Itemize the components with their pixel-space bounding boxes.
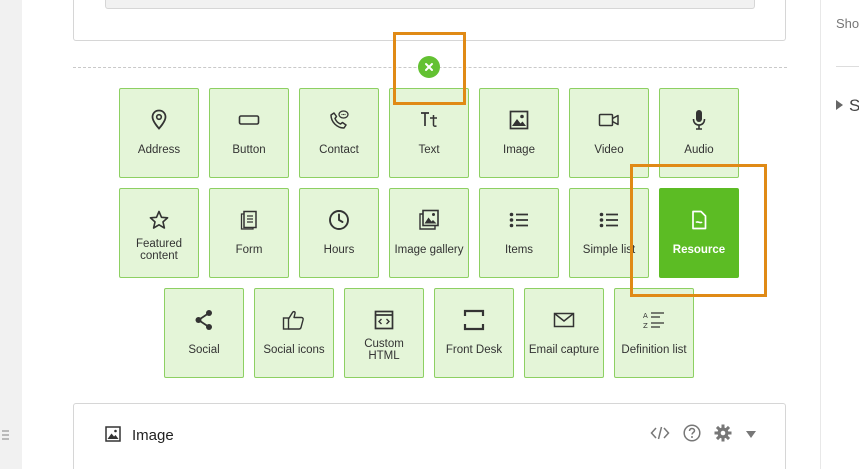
right-panel: Sho S	[820, 0, 859, 469]
image-block-actions	[650, 424, 757, 447]
tile-label: Resource	[672, 244, 726, 256]
button-rect-icon	[238, 109, 260, 131]
block-tile-items[interactable]: Items	[479, 188, 559, 278]
tile-label: Simple list	[582, 244, 636, 256]
front-desk-icon	[463, 309, 485, 331]
svg-text:A: A	[643, 312, 648, 320]
close-button[interactable]	[418, 56, 440, 78]
simple-list-icon	[599, 209, 619, 231]
block-tile-image-gallery[interactable]: Image gallery	[389, 188, 469, 278]
image-block-title: Image	[132, 427, 174, 444]
tile-label: Button	[232, 144, 266, 156]
tile-label: Featured content	[135, 238, 183, 262]
code-icon[interactable]	[650, 426, 670, 445]
tile-label: Items	[504, 244, 534, 256]
tile-label: Custom HTML	[364, 338, 404, 362]
tile-label: Social	[188, 344, 220, 356]
block-tile-resource[interactable]: Resource	[659, 188, 739, 278]
tile-label: Form	[235, 244, 263, 256]
block-tile-address[interactable]: Address	[119, 88, 199, 178]
tile-label: Text	[418, 144, 440, 156]
image-block-card[interactable]: Image	[73, 403, 786, 469]
block-tile-text[interactable]: Text	[389, 88, 469, 178]
block-tile-email-capture[interactable]: Email capture	[524, 288, 604, 378]
form-document-icon	[240, 209, 258, 231]
tile-label: Image gallery	[394, 244, 464, 256]
tile-label: Front Desk	[445, 344, 503, 356]
block-tile-front-desk[interactable]: Front Desk	[434, 288, 514, 378]
share-icon	[194, 309, 214, 331]
block-tile-custom-html[interactable]: Custom HTML	[344, 288, 424, 378]
tile-label: Video	[594, 144, 624, 156]
previous-block-card	[73, 0, 786, 41]
page: Sho S Address Button Contact Text	[0, 0, 859, 469]
right-panel-label: Sho	[836, 16, 859, 31]
block-tile-hours[interactable]: Hours	[299, 188, 379, 278]
help-icon[interactable]	[683, 424, 701, 447]
left-gutter	[0, 0, 23, 469]
image-icon	[105, 426, 121, 447]
tile-label: Contact	[319, 144, 359, 156]
thumbs-up-icon	[282, 309, 306, 331]
envelope-icon	[553, 309, 575, 331]
block-tile-form[interactable]: Form	[209, 188, 289, 278]
block-tile-image[interactable]: Image	[479, 88, 559, 178]
text-tt-icon	[419, 109, 439, 131]
definition-list-icon: AZ	[643, 309, 665, 331]
tile-label: Address	[137, 144, 181, 156]
map-pin-icon	[150, 109, 168, 131]
image-icon	[509, 109, 529, 131]
block-tile-contact[interactable]: Contact	[299, 88, 379, 178]
image-gallery-icon	[418, 209, 440, 231]
star-icon	[149, 209, 169, 231]
tile-label: Email capture	[528, 344, 600, 356]
block-tile-featured-content[interactable]: Featured content	[119, 188, 199, 278]
block-tile-button[interactable]: Button	[209, 88, 289, 178]
tile-label: Image	[503, 144, 535, 156]
bulleted-list-icon	[509, 209, 529, 231]
tile-label: Social icons	[263, 344, 325, 356]
tile-label: Definition list	[621, 344, 687, 356]
block-tile-video[interactable]: Video	[569, 88, 649, 178]
block-tile-social[interactable]: Social	[164, 288, 244, 378]
tile-label: Hours	[323, 244, 355, 256]
drag-handle-icon[interactable]	[0, 428, 10, 442]
tile-label: Audio	[684, 144, 714, 156]
video-camera-icon	[598, 109, 620, 131]
block-tile-simple-list[interactable]: Simple list	[569, 188, 649, 278]
block-tile-audio[interactable]: Audio	[659, 88, 739, 178]
phone-chat-icon	[328, 109, 350, 131]
microphone-icon	[691, 109, 707, 131]
svg-text:Z: Z	[643, 322, 648, 330]
previous-block-field[interactable]	[105, 0, 755, 9]
clock-icon	[328, 209, 350, 231]
caret-down-icon[interactable]	[745, 427, 757, 445]
gear-icon[interactable]	[714, 424, 732, 447]
right-panel-section[interactable]: S	[849, 96, 859, 116]
block-tile-definition-list[interactable]: AZ Definition list	[614, 288, 694, 378]
right-panel-divider	[836, 66, 859, 67]
close-icon	[425, 63, 433, 71]
resource-file-icon	[691, 209, 707, 231]
code-window-icon	[374, 309, 394, 331]
expand-arrow-icon[interactable]	[836, 100, 843, 110]
block-tile-social-icons[interactable]: Social icons	[254, 288, 334, 378]
